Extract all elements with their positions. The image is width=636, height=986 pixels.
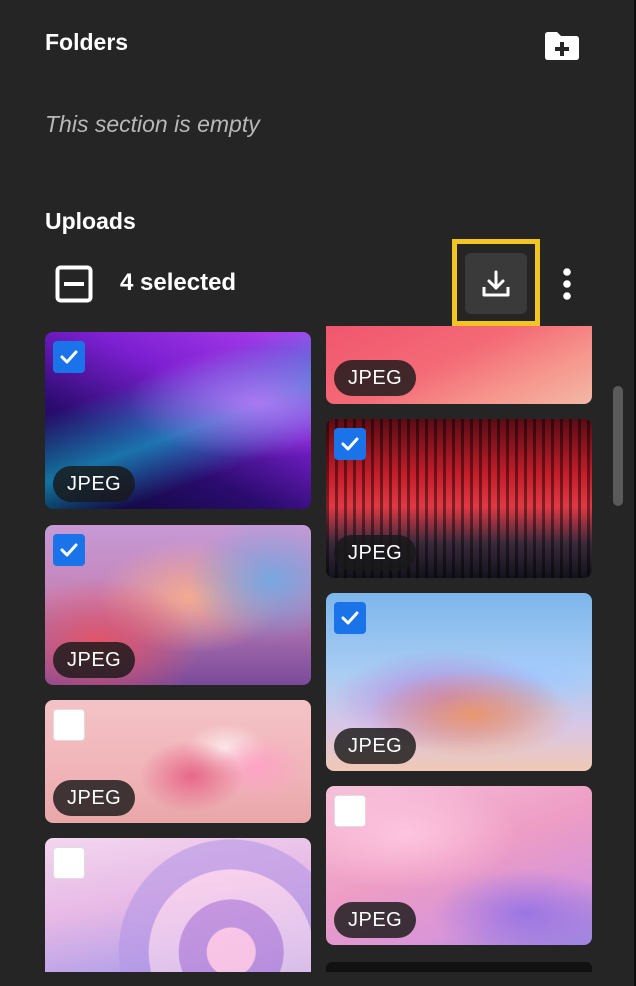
upload-thumbnail-8[interactable] bbox=[326, 962, 592, 972]
folder-plus-icon bbox=[545, 32, 579, 60]
check-icon bbox=[341, 611, 359, 625]
item-checkbox[interactable] bbox=[53, 534, 85, 566]
deselect-minus-icon bbox=[55, 265, 93, 303]
new-folder-button[interactable] bbox=[538, 24, 586, 68]
scrollbar-thumb[interactable] bbox=[613, 386, 623, 506]
check-icon bbox=[60, 350, 78, 364]
item-checkbox[interactable] bbox=[334, 795, 366, 827]
file-type-badge: JPEG bbox=[53, 466, 136, 502]
upload-thumbnail-6[interactable]: JPEG bbox=[326, 786, 592, 945]
download-icon bbox=[482, 270, 510, 296]
upload-thumbnail-2[interactable]: JPEG bbox=[326, 419, 592, 578]
upload-thumbnail-4[interactable]: JPEG bbox=[326, 593, 592, 771]
item-checkbox[interactable] bbox=[53, 847, 85, 879]
selected-count: 4 selected bbox=[120, 269, 237, 296]
item-checkbox[interactable] bbox=[53, 709, 85, 741]
check-icon bbox=[60, 543, 78, 557]
uploads-panel: Folders This section is empty Uploads 4 … bbox=[0, 0, 634, 986]
item-checkbox[interactable] bbox=[334, 602, 366, 634]
upload-thumbnail-0[interactable]: JPEG bbox=[326, 326, 592, 404]
upload-thumbnail-3[interactable]: JPEG bbox=[45, 525, 311, 685]
deselect-all-checkbox[interactable] bbox=[52, 262, 96, 306]
more-options-button[interactable] bbox=[550, 262, 584, 306]
check-icon bbox=[341, 437, 359, 451]
file-type-badge: JPEG bbox=[334, 902, 417, 938]
download-button[interactable] bbox=[465, 253, 527, 314]
more-vertical-icon bbox=[563, 268, 571, 300]
upload-thumbnail-1[interactable]: JPEG bbox=[45, 332, 311, 509]
upload-thumbnail-5[interactable]: JPEG bbox=[45, 700, 311, 823]
file-type-badge: JPEG bbox=[334, 728, 417, 764]
file-type-badge: JPEG bbox=[53, 780, 136, 816]
file-type-badge: JPEG bbox=[53, 642, 136, 678]
file-type-badge: JPEG bbox=[334, 360, 417, 396]
uploads-title: Uploads bbox=[45, 208, 136, 234]
upload-thumbnail-7[interactable] bbox=[45, 838, 311, 972]
folders-title: Folders bbox=[45, 29, 129, 55]
item-checkbox[interactable] bbox=[334, 428, 366, 460]
folders-empty-text: This section is empty bbox=[45, 111, 260, 137]
panel-bottom-edge bbox=[0, 972, 634, 986]
item-checkbox[interactable] bbox=[53, 341, 85, 373]
file-type-badge: JPEG bbox=[334, 535, 417, 571]
